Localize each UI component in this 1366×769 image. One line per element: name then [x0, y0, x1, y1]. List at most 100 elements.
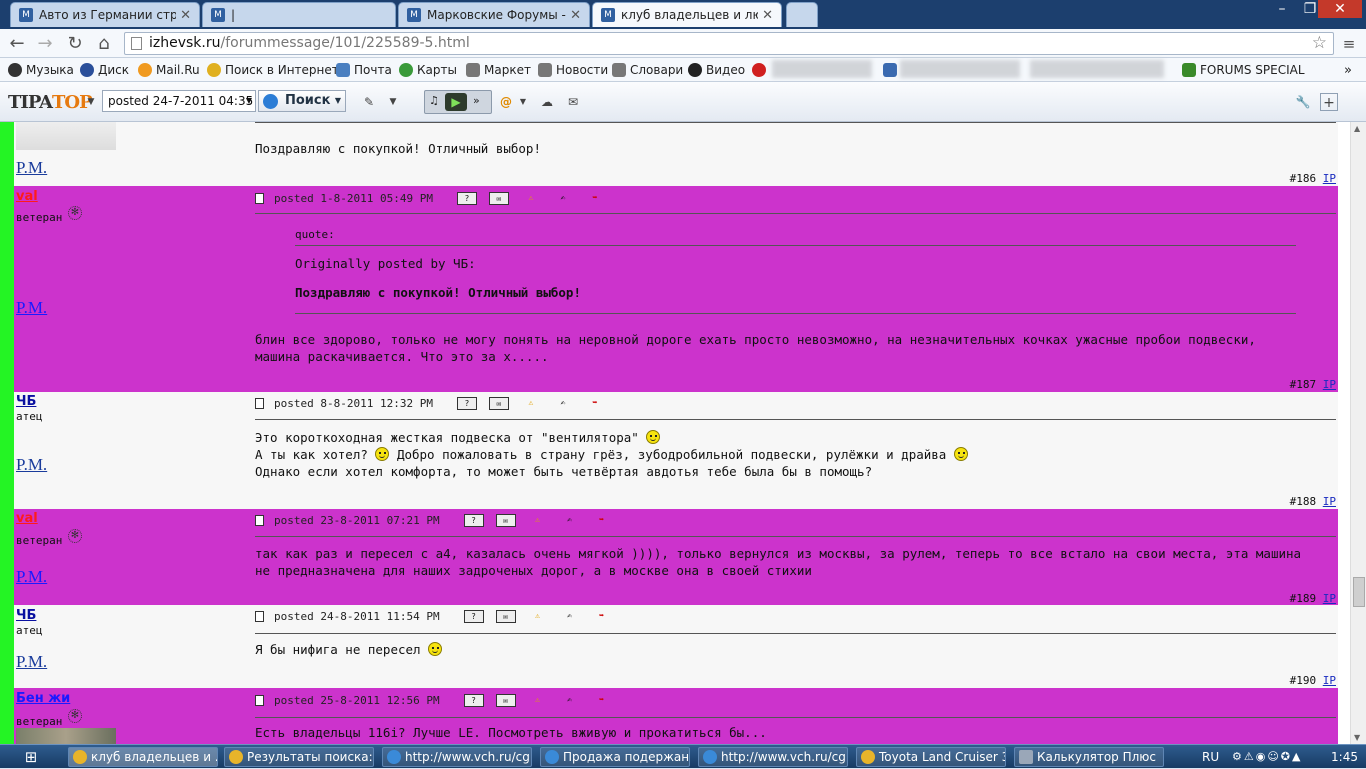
close-tab-icon[interactable]: ✕ — [570, 8, 581, 23]
ip-link[interactable]: IP — [1323, 495, 1336, 508]
taskbar-item[interactable]: http://www.vch.ru/cg... — [698, 747, 848, 767]
taskbar-item[interactable]: Toyota Land Cruiser 3... — [856, 747, 1006, 767]
pm-link[interactable]: P.M. — [16, 455, 47, 475]
email-icon[interactable]: ✉ — [495, 694, 516, 707]
address-bar[interactable]: izhevsk.ru/forummessage/101/225589-5.htm… — [124, 32, 1334, 55]
reply-icon[interactable]: ➥ — [585, 397, 605, 410]
tab-markov-forums[interactable]: M Марковские Форумы - темы ✕ — [398, 2, 590, 27]
edit-icon[interactable]: ✍ — [553, 397, 573, 410]
post-author[interactable]: ЧБ — [16, 394, 36, 409]
language-indicator[interactable]: RU — [1202, 745, 1219, 769]
profile-icon[interactable]: ? — [463, 694, 484, 707]
more-bookmarks-icon[interactable]: » — [1344, 62, 1352, 78]
media-player[interactable]: ♫ ▶ » — [424, 90, 492, 114]
tab-owners-club[interactable]: M клуб владельцев и любите ✕ — [592, 2, 782, 27]
scroll-up-icon[interactable]: ▲ — [1354, 124, 1360, 133]
chevron-down-icon[interactable]: ▼ — [384, 93, 402, 111]
toolbar-search-button[interactable]: Поиск ▼ — [258, 90, 346, 112]
reply-icon[interactable]: ➥ — [592, 694, 612, 707]
forward-arrow-icon[interactable]: → — [34, 33, 56, 55]
email-icon[interactable]: ✉ — [495, 610, 516, 623]
edit-icon[interactable]: ✍ — [560, 694, 580, 707]
at-mail-icon[interactable]: @ — [497, 93, 515, 111]
post-author[interactable]: val — [16, 511, 38, 526]
close-tab-icon[interactable]: ✕ — [180, 8, 191, 23]
scrollbar-thumb[interactable] — [1353, 577, 1365, 607]
ip-link[interactable]: IP — [1323, 592, 1336, 605]
bookmark-blurred-2[interactable] — [883, 62, 901, 78]
bookmark-mailru[interactable]: Mail.Ru — [138, 62, 200, 78]
email-icon[interactable]: ✉ — [488, 192, 509, 205]
new-tab-button[interactable] — [786, 2, 818, 27]
taskbar-item[interactable]: Продажа подержанн... — [540, 747, 690, 767]
home-icon[interactable]: ⌂ — [93, 33, 115, 55]
reply-icon[interactable]: ➥ — [585, 192, 605, 205]
tab-blurred[interactable]: M | — [202, 2, 396, 27]
bookmark-mail[interactable]: Почта — [336, 62, 392, 78]
bookmark-maps[interactable]: Карты — [399, 62, 457, 78]
reply-icon[interactable]: ➥ — [592, 610, 612, 623]
chevron-down-icon[interactable]: ▼ — [82, 93, 100, 111]
back-arrow-icon[interactable]: ← — [6, 33, 28, 55]
taskbar-item[interactable]: Результаты поиска: ... — [224, 747, 374, 767]
bookmark-dictionaries[interactable]: Словари — [612, 62, 683, 78]
music-note-icon[interactable]: ♫ — [429, 94, 439, 107]
report-icon[interactable]: ⚠ — [521, 397, 541, 410]
pm-link[interactable]: P.M. — [16, 298, 47, 318]
ip-link[interactable]: IP — [1323, 674, 1336, 687]
pm-link[interactable]: P.M. — [16, 567, 47, 587]
post-author[interactable]: val — [16, 189, 38, 204]
report-icon[interactable]: ⚠ — [528, 694, 548, 707]
toolbar-logo[interactable]: TIPATOP — [8, 92, 93, 113]
wrench-icon[interactable]: 🔧 — [1294, 93, 1312, 111]
edit-icon[interactable]: ✍ — [560, 610, 580, 623]
email-icon[interactable]: ✉ — [495, 514, 516, 527]
play-icon[interactable]: ▶ — [445, 93, 467, 111]
bookmark-search[interactable]: Поиск в Интернете — [207, 62, 346, 78]
bookmark-video[interactable]: Видео — [688, 62, 745, 78]
close-tab-icon[interactable]: ✕ — [762, 8, 773, 23]
reload-icon[interactable]: ↻ — [64, 33, 86, 55]
bookmark-market[interactable]: Маркет — [466, 62, 531, 78]
close-window-icon[interactable]: ✕ — [1318, 0, 1362, 18]
reply-icon[interactable]: ➥ — [592, 514, 612, 527]
taskbar-item[interactable]: http://www.vch.ru/cg... — [382, 747, 532, 767]
bookmark-news[interactable]: Новости — [538, 62, 608, 78]
taskbar-item[interactable]: клуб владельцев и ... — [68, 747, 218, 767]
bookmark-disk[interactable]: Диск — [80, 62, 129, 78]
minimize-icon[interactable]: – — [1268, 0, 1296, 18]
edit-icon[interactable]: ✍ — [553, 192, 573, 205]
profile-icon[interactable]: ? — [456, 192, 477, 205]
clock[interactable]: 1:45 — [1331, 745, 1358, 769]
report-icon[interactable]: ⚠ — [521, 192, 541, 205]
weather-icon[interactable]: ☁ — [536, 93, 558, 111]
wrench-menu-icon[interactable]: ≡ — [1338, 33, 1360, 55]
tab-auto-germany[interactable]: M Авто из Германии страниц ✕ — [10, 2, 200, 27]
ip-link[interactable]: IP — [1323, 172, 1336, 185]
post-author[interactable]: ЧБ — [16, 608, 36, 623]
scroll-down-icon[interactable]: ▼ — [1354, 733, 1360, 742]
ip-link[interactable]: IP — [1323, 378, 1336, 391]
bookmark-forums-special[interactable]: FORUMS SPECIAL — [1182, 62, 1305, 78]
taskbar-item[interactable]: Калькулятор Плюс — [1014, 747, 1164, 767]
envelope-icon[interactable]: ✉ — [564, 93, 582, 111]
pm-link[interactable]: P.M. — [16, 158, 47, 178]
report-icon[interactable]: ⚠ — [528, 610, 548, 623]
edit-icon[interactable]: ✍ — [560, 514, 580, 527]
add-button-icon[interactable]: + — [1320, 93, 1338, 111]
bookmark-music[interactable]: Музыка — [8, 62, 74, 78]
highlight-icon[interactable]: ✎ — [360, 93, 378, 111]
bookmark-star-icon[interactable]: ☆ — [1312, 33, 1327, 54]
profile-icon[interactable]: ? — [463, 610, 484, 623]
email-icon[interactable]: ✉ — [488, 397, 509, 410]
pm-link[interactable]: P.M. — [16, 652, 47, 672]
page-scrollbar[interactable]: ▲ ▼ — [1350, 122, 1366, 744]
profile-icon[interactable]: ? — [456, 397, 477, 410]
next-icon[interactable]: » — [473, 94, 480, 107]
post-author[interactable]: Бен жи — [16, 691, 70, 706]
chevron-down-icon[interactable]: ▼ — [514, 93, 532, 111]
toolbar-search-input[interactable]: posted 24-7-2011 04:35 ▼ — [102, 90, 256, 112]
start-button-icon[interactable]: ⊞ — [6, 746, 56, 768]
report-icon[interactable]: ⚠ — [528, 514, 548, 527]
bookmark-blurred[interactable] — [752, 62, 770, 78]
